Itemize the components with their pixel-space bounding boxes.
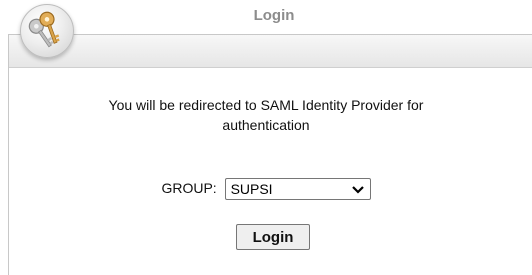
redirect-message-line1: You will be redirected to SAML Identity … <box>108 97 424 113</box>
redirect-message: You will be redirected to SAML Identity … <box>0 95 532 135</box>
title-bar <box>9 35 532 68</box>
group-label: GROUP: <box>161 179 217 196</box>
login-button[interactable]: Login <box>236 224 310 250</box>
keys-icon <box>20 4 74 58</box>
redirect-message-line2: authentication <box>222 117 310 133</box>
chevron-down-icon <box>351 186 364 194</box>
page-title: Login <box>253 7 295 24</box>
group-select-value: SUPSI <box>230 181 273 197</box>
group-row: GROUP: SUPSI <box>0 178 532 200</box>
group-select[interactable]: SUPSI <box>224 178 371 200</box>
